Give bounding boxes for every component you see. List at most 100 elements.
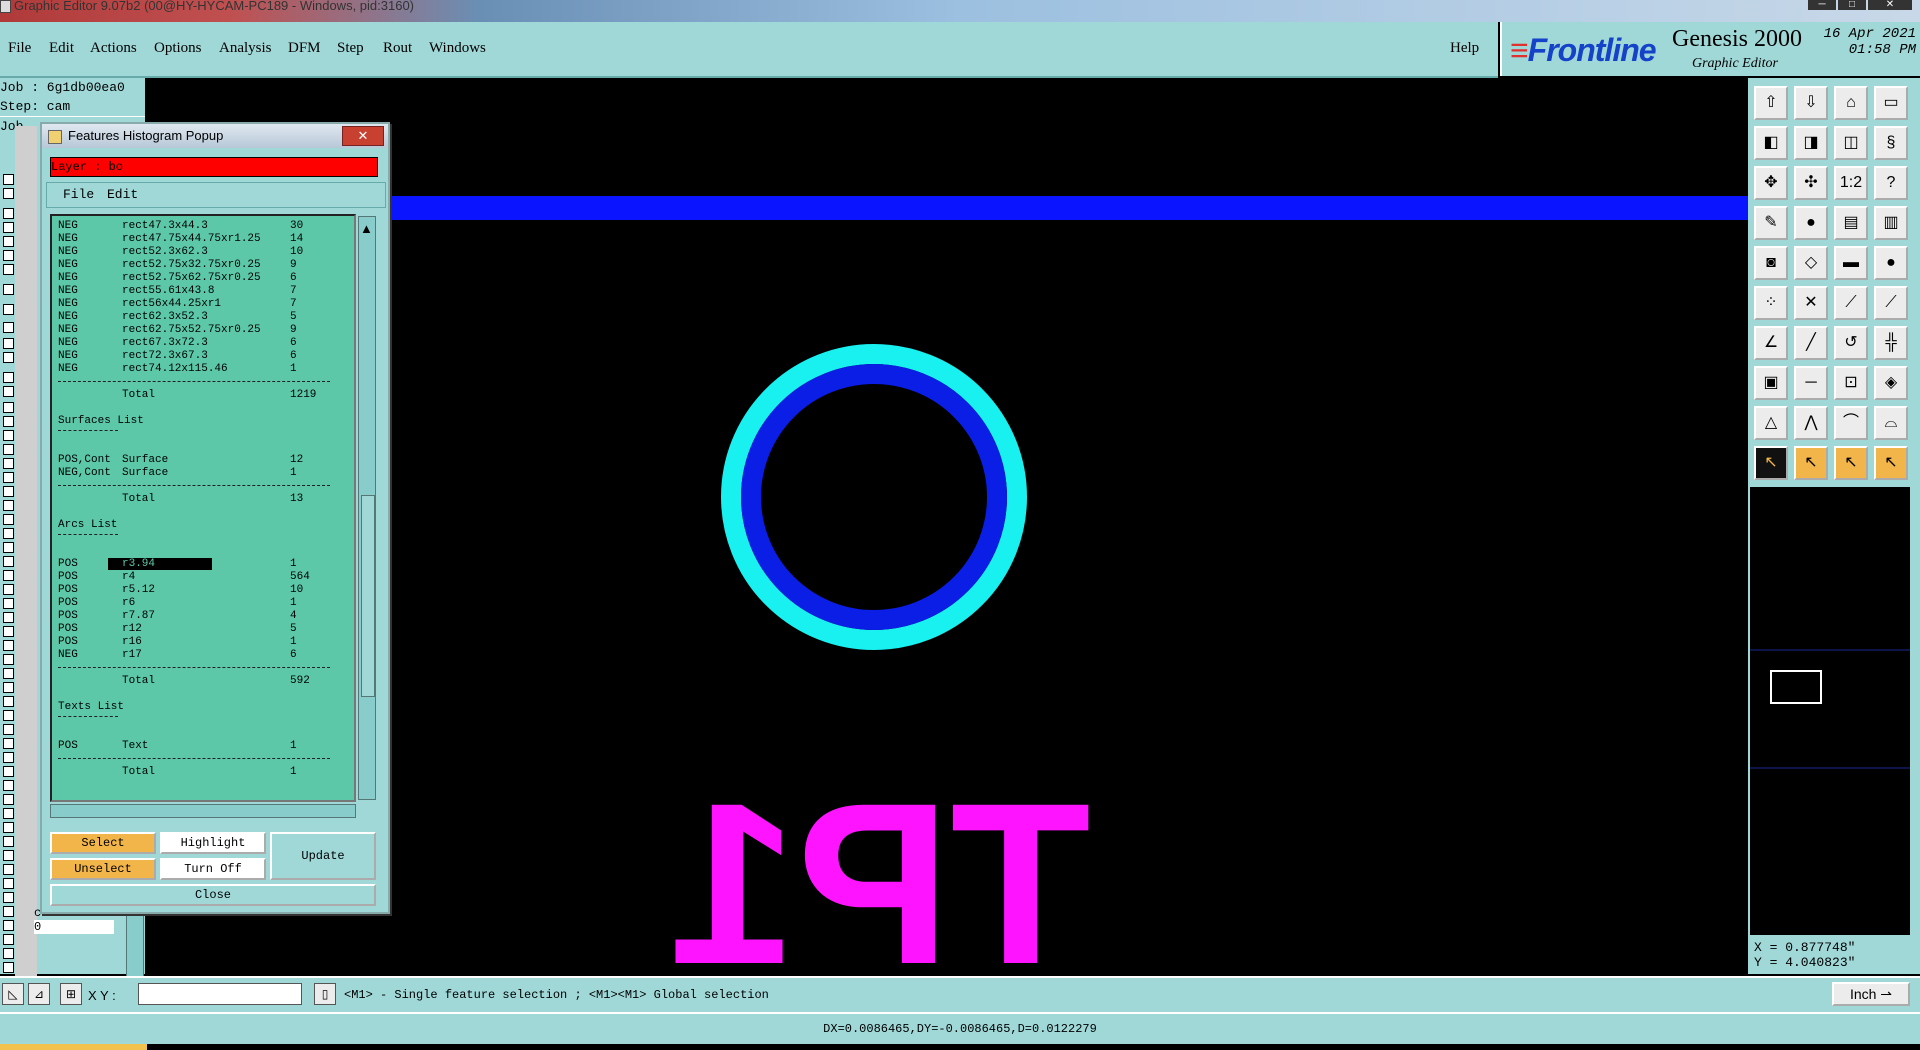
close-window-button[interactable]: ✕ [1868,0,1912,10]
layer-checkbox[interactable] [3,780,14,791]
layer-checkbox[interactable] [3,724,14,735]
layer-checkbox[interactable] [3,472,14,483]
layer-checkbox[interactable] [3,188,14,199]
maximize-button[interactable]: □ [1838,0,1866,10]
home-icon[interactable]: ⌂ [1834,86,1868,120]
layer-checkbox[interactable] [3,906,14,917]
layer-checkbox[interactable] [3,556,14,567]
select-arrow-icon[interactable]: ↖ [1794,446,1828,480]
histogram-horizontal-scrollbar[interactable] [50,804,356,818]
close-button[interactable]: Close [50,884,376,906]
layer-checkbox[interactable] [3,612,14,623]
layer-checkbox[interactable] [3,878,14,889]
layer-checkbox[interactable] [3,542,14,553]
bridge-icon[interactable]: ⌓ [1874,406,1908,440]
layer-checkbox[interactable] [3,500,14,511]
menu-edit[interactable]: Edit [49,40,74,57]
layer-checkbox[interactable] [3,626,14,637]
trace-line[interactable] [380,196,1748,220]
add-line-icon[interactable]: ▬ [1834,246,1868,280]
total-row[interactable]: Total 1219 [58,389,338,401]
grid-icon[interactable]: ⊞ [60,983,82,1005]
layer-checkbox[interactable] [3,934,14,945]
unselect-button[interactable]: Unselect [50,858,156,880]
snap-icon[interactable]: ✎ [1754,206,1788,240]
list-row[interactable]: NEG,Cont Surface 1 [58,467,338,479]
menu-file[interactable]: File [8,40,31,57]
highlight-button[interactable]: Highlight [160,832,266,854]
minimize-button[interactable]: ─ [1808,0,1836,10]
list-row[interactable]: NEG rect74.12x115.46 1 [58,363,338,375]
list-row[interactable]: NEG rect55.61x43.8 7 [58,285,338,297]
layer-checkbox[interactable] [3,892,14,903]
layer-checkbox[interactable] [3,598,14,609]
add-circle-icon[interactable]: ● [1874,246,1908,280]
list-row[interactable]: POS Text 1 [58,740,338,752]
layer-checkbox[interactable] [3,962,14,973]
layer-checkbox[interactable] [3,584,14,595]
list-row[interactable]: NEG rect56x44.25xr1 7 [58,298,338,310]
fit-screen-icon[interactable]: ✥ [1754,166,1788,200]
total-row[interactable]: Total 1 [58,766,338,778]
silkscreen-text[interactable]: TP1 [669,755,1091,974]
list-row[interactable]: NEG rect62.3x52.3 5 [58,311,338,323]
layer-checkbox[interactable] [3,250,14,261]
layer-checkbox[interactable] [3,486,14,497]
layer-checkbox[interactable] [3,514,14,525]
pan-left-icon[interactable]: ◧ [1754,126,1788,160]
menu-dfm[interactable]: DFM [288,40,321,57]
layer-colors-icon[interactable]: ▤ [1834,206,1868,240]
layer-checkbox[interactable] [3,948,14,959]
list-row[interactable]: NEG rect72.3x67.3 6 [58,350,338,362]
arc-icon[interactable]: ↺ [1834,326,1868,360]
list-row[interactable]: NEG rect67.3x72.3 6 [58,337,338,349]
popup-title-bar[interactable]: Features Histogram Popup ✕ [42,124,388,148]
list-row[interactable]: NEG rect62.75x52.75xr0.25 9 [58,324,338,336]
layer-checkbox[interactable] [3,338,14,349]
layer-checkbox[interactable] [3,808,14,819]
layer-checkbox[interactable] [3,696,14,707]
menu-options[interactable]: Options [154,40,202,57]
layer-checkbox[interactable] [3,416,14,427]
arc-point-icon[interactable]: ⟋ [1874,286,1908,320]
line-point-icon[interactable]: ⟋ [1834,286,1868,320]
layer-checkbox[interactable] [3,304,14,315]
menu-rout[interactable]: Rout [383,40,412,57]
select-box-icon[interactable]: ↖ [1834,446,1868,480]
list-row[interactable]: NEG rect52.3x62.3 10 [58,246,338,258]
layer-checkbox[interactable] [3,640,14,651]
popup-menu-edit[interactable]: Edit [107,183,138,207]
layer-checkbox[interactable] [3,920,14,931]
list-row[interactable]: NEG rect52.75x32.75xr0.25 9 [58,259,338,271]
layer-checkbox[interactable] [3,836,14,847]
list-row[interactable]: POS r16 1 [58,636,338,648]
help-query-icon[interactable]: ? [1874,166,1908,200]
list-row[interactable]: NEG rect52.75x62.75xr0.25 6 [58,272,338,284]
layer-checkbox[interactable] [3,654,14,665]
copy-icon[interactable]: ◈ [1874,366,1908,400]
layer-checkbox[interactable] [3,386,14,397]
layer-checkbox[interactable] [3,236,14,247]
add-pad-icon[interactable]: ◙ [1754,246,1788,280]
select-poly-icon[interactable]: ↖ [1874,446,1908,480]
layer-checkbox[interactable] [3,352,14,363]
connect-icon[interactable]: ⁘ [1754,286,1788,320]
layer-checkbox[interactable] [3,208,14,219]
list-row[interactable]: POS,Cont Surface 12 [58,454,338,466]
menu-analysis[interactable]: Analysis [219,40,272,57]
layer-checkbox[interactable] [3,682,14,693]
window-icon[interactable]: ▭ [1874,86,1908,120]
pad-move-icon[interactable]: ▣ [1754,366,1788,400]
layer-checkbox[interactable] [3,570,14,581]
layer-checkbox[interactable] [3,430,14,441]
zoom-fit-icon[interactable]: ⇩ [1794,86,1828,120]
unit-select[interactable]: Inch ⇀ [1832,982,1910,1006]
angle-icon[interactable]: ∠ [1754,326,1788,360]
popup-close-icon[interactable]: ✕ [342,126,384,146]
menu-windows[interactable]: Windows [429,40,486,57]
histogram-vertical-scrollbar[interactable]: ▲ [358,216,376,800]
menu-help[interactable]: Help [1450,40,1479,57]
arch-icon[interactable]: ⌒ [1834,406,1868,440]
pan-right-icon[interactable]: ◨ [1794,126,1828,160]
triangle-icon[interactable]: △ [1754,406,1788,440]
